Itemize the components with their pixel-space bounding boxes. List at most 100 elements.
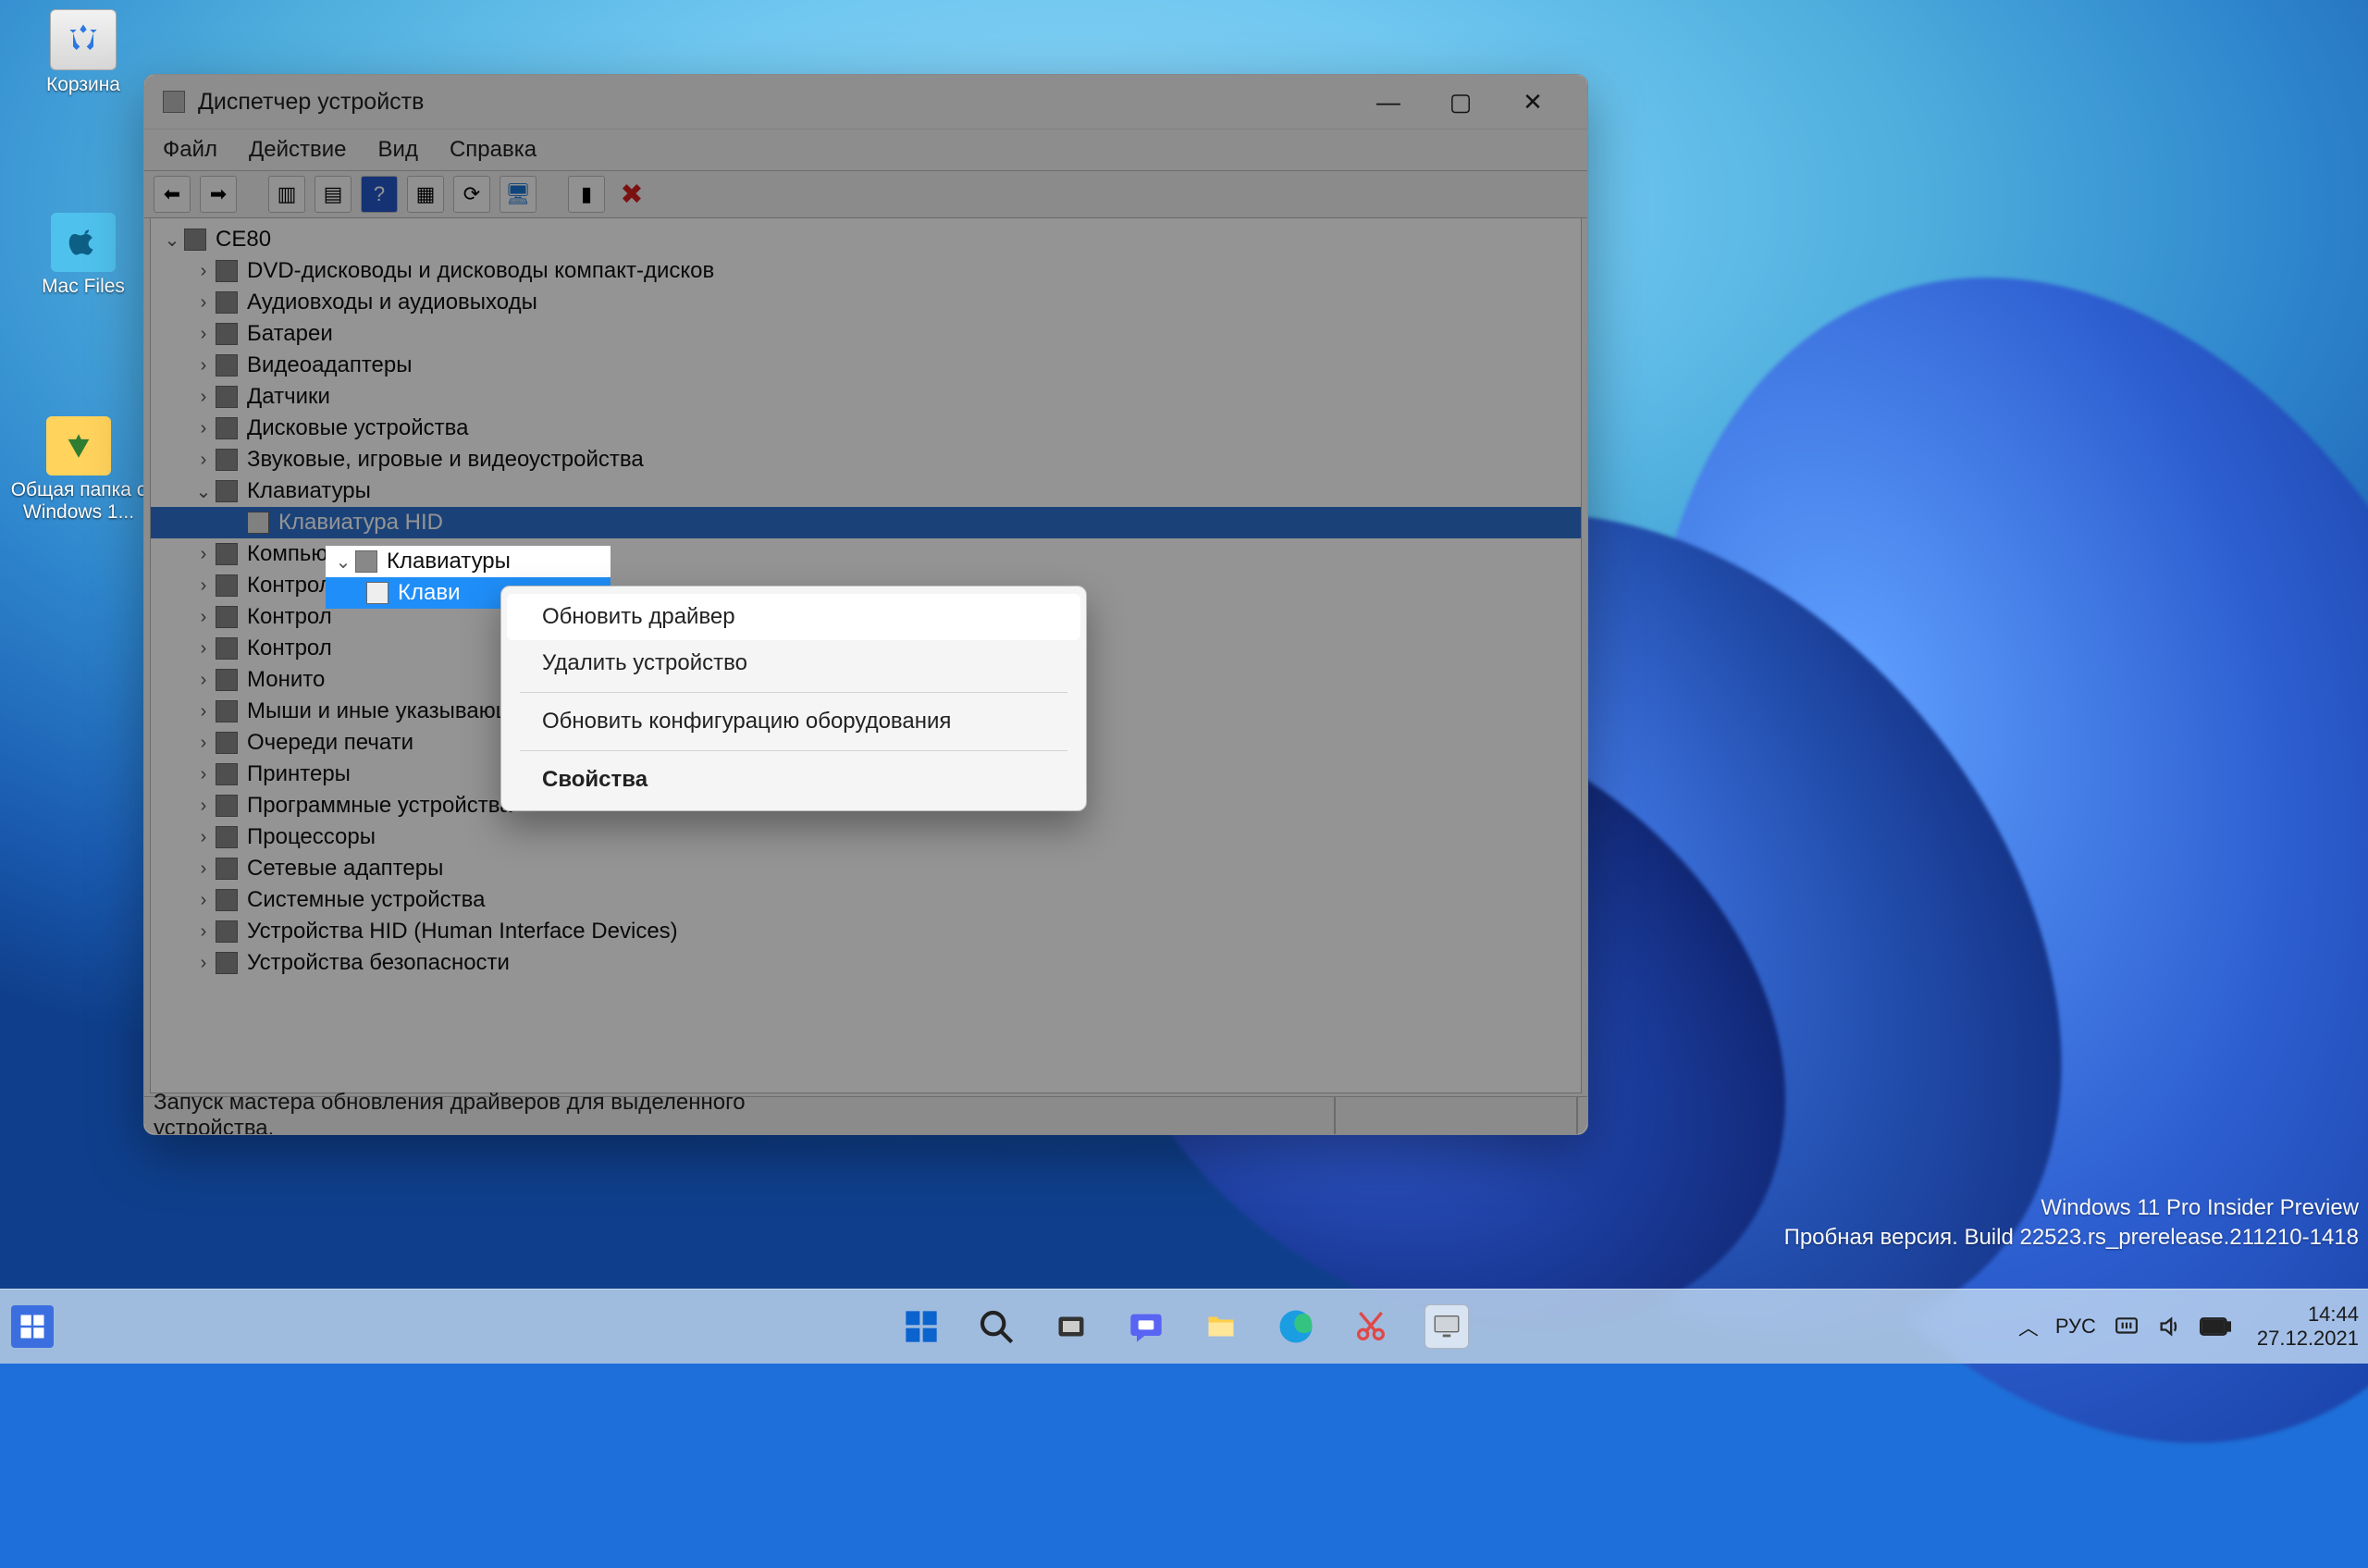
show-hide-tree-button[interactable]: ▥ (268, 176, 305, 213)
enable-device-button[interactable]: ▮ (568, 176, 605, 213)
folder-icon (46, 416, 111, 475)
file-explorer-button[interactable] (1200, 1305, 1242, 1348)
app-icon (163, 91, 185, 113)
ctx-update-driver[interactable]: Обновить драйвер (507, 594, 1080, 640)
network-icon (216, 858, 238, 880)
tree-category[interactable]: Сетевые адаптеры (151, 853, 1581, 884)
forward-button[interactable]: ➡ (200, 176, 237, 213)
hid-icon (216, 920, 238, 943)
status-text: Запуск мастера обновления драйверов для … (154, 1090, 853, 1135)
keyboard-icon (216, 480, 238, 502)
ctx-scan-hardware[interactable]: Обновить конфигурацию оборудования (507, 698, 1080, 745)
usb-icon (216, 606, 238, 628)
chat-button[interactable] (1125, 1305, 1167, 1348)
window-titlebar[interactable]: Диспетчер устройств — ▢ ✕ (144, 75, 1587, 129)
desktop-icon-mac-files[interactable]: Mac Files (18, 213, 148, 298)
tree-category[interactable]: Дисковые устройства (151, 413, 1581, 444)
audio-icon (216, 291, 238, 314)
uninstall-button[interactable]: 🖥 (500, 176, 536, 213)
context-menu: Обновить драйвер Удалить устройство Обно… (500, 586, 1087, 811)
taskbar-center (900, 1304, 1469, 1349)
keyboard-icon (355, 550, 377, 573)
tray-overflow-button[interactable]: ︿ (2018, 1312, 2039, 1341)
ctx-separator (520, 750, 1067, 751)
desktop-icon-label: Корзина (46, 74, 120, 96)
ctx-uninstall-device[interactable]: Удалить устройство (507, 640, 1080, 686)
tray-language[interactable]: РУС (2055, 1315, 2096, 1339)
battery-icon (216, 323, 238, 345)
windows-watermark: Windows 11 Pro Insider Preview Пробная в… (1784, 1193, 2359, 1253)
sound-icon (216, 449, 238, 471)
tree-category[interactable]: Звуковые, игровые и видеоустройства (151, 444, 1581, 475)
taskbar: ︿ РУС 14:44 27.12.2021 (0, 1289, 2368, 1364)
tray-volume-icon[interactable] (2157, 1314, 2183, 1340)
cpu-icon (216, 826, 238, 848)
tree-category[interactable]: Системные устройства (151, 884, 1581, 916)
recycle-bin-icon (50, 9, 117, 70)
update-driver-button[interactable]: ⟳ (453, 176, 490, 213)
folder-icon (51, 213, 116, 272)
mouse-icon (216, 700, 238, 722)
keyboard-icon (247, 512, 269, 534)
tree-category-keyboards[interactable]: Клавиатуры (151, 475, 1581, 507)
display-icon (216, 354, 238, 377)
tree-category[interactable]: Датчики (151, 381, 1581, 413)
keyboard-icon (366, 582, 388, 604)
disk-icon (216, 417, 238, 439)
system-tray: ︿ РУС 14:44 27.12.2021 (2018, 1303, 2359, 1351)
desktop-icon-label: Mac Files (42, 276, 125, 298)
search-button[interactable] (975, 1305, 1018, 1348)
back-button[interactable]: ⬅ (154, 176, 191, 213)
menu-view[interactable]: Вид (378, 137, 418, 163)
computer-icon (216, 543, 238, 565)
maximize-button[interactable]: ▢ (1424, 79, 1497, 125)
storage-icon (216, 637, 238, 660)
computer-icon (184, 228, 206, 251)
menu-help[interactable]: Справка (450, 137, 536, 163)
device-manager-taskbar-button[interactable] (1424, 1304, 1469, 1349)
tree-root[interactable]: CE80 (151, 224, 1581, 255)
desktop-icon-recycle-bin[interactable]: Корзина (18, 9, 148, 96)
tree-category[interactable]: Устройства безопасности (151, 947, 1581, 979)
controller-icon (216, 574, 238, 597)
tree-device-keyboard-hid[interactable]: Клавиатура HID (151, 507, 1581, 538)
system-device-icon (216, 889, 238, 911)
tree-category[interactable]: Видеоадаптеры (151, 350, 1581, 381)
tree-category[interactable]: Процессоры (151, 821, 1581, 853)
menu-file[interactable]: Файл (163, 137, 217, 163)
properties-button[interactable]: ▤ (314, 176, 352, 213)
minimize-button[interactable]: — (1352, 79, 1424, 125)
tray-battery-icon[interactable] (2200, 1316, 2231, 1337)
tray-parallels-icon[interactable] (2113, 1315, 2140, 1339)
ctx-separator (520, 692, 1067, 693)
print-queue-icon (216, 732, 238, 754)
menu-action[interactable]: Действие (249, 137, 347, 163)
toolbar: ⬅ ➡ ▥ ▤ ? ▦ ⟳ 🖥 ▮ ✖ (144, 170, 1587, 218)
tree-category[interactable]: DVD-дисководы и дисководы компакт-дисков (151, 255, 1581, 287)
menu-bar: Файл Действие Вид Справка (144, 129, 1587, 170)
printer-icon (216, 763, 238, 785)
security-device-icon (216, 952, 238, 974)
software-device-icon (216, 795, 238, 817)
edge-button[interactable] (1275, 1305, 1317, 1348)
tree-category[interactable]: Батареи (151, 318, 1581, 350)
window-title: Диспетчер устройств (198, 89, 424, 116)
snipping-tool-button[interactable] (1350, 1305, 1392, 1348)
dvd-icon (216, 260, 238, 282)
tree-category[interactable]: Аудиовходы и аудиовыходы (151, 287, 1581, 318)
widgets-button[interactable] (11, 1305, 54, 1348)
tree-category[interactable]: Устройства HID (Human Interface Devices) (151, 916, 1581, 947)
ctx-properties[interactable]: Свойства (507, 757, 1080, 803)
task-view-button[interactable] (1050, 1305, 1092, 1348)
sensor-icon (216, 386, 238, 408)
desktop-icon-shared-folder[interactable]: Общая папка с Windows 1... (0, 416, 157, 524)
monitor-icon (216, 669, 238, 691)
start-button[interactable] (900, 1305, 943, 1348)
help-button[interactable]: ? (361, 176, 398, 213)
scan-hardware-button[interactable]: ▦ (407, 176, 444, 213)
status-bar: Запуск мастера обновления драйверов для … (144, 1096, 1587, 1134)
close-button[interactable]: ✕ (1497, 79, 1569, 125)
disable-device-button[interactable]: ✖ (614, 177, 649, 212)
tray-clock[interactable]: 14:44 27.12.2021 (2257, 1303, 2359, 1351)
desktop-icon-label: Общая папка с Windows 1... (0, 479, 157, 524)
